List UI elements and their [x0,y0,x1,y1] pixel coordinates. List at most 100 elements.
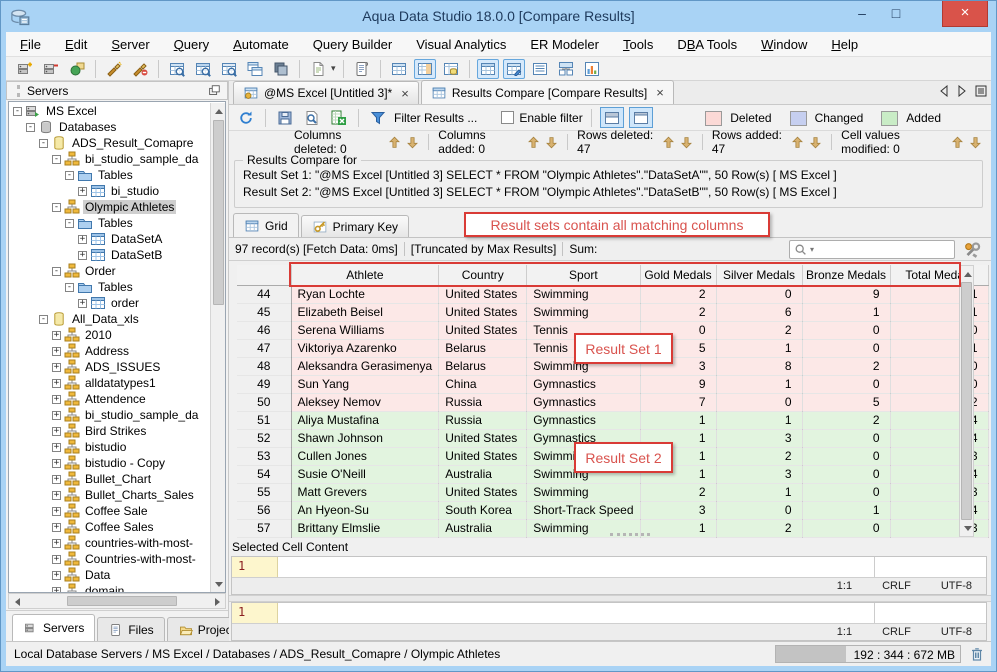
cell[interactable]: China [438,375,528,394]
cell[interactable]: United States [438,483,528,502]
editor-divider[interactable] [229,595,991,602]
column-header-country[interactable]: Country [438,265,528,286]
tree-expander[interactable]: - [52,154,61,164]
sidebar-tab-files[interactable]: Files [97,617,165,641]
cell[interactable]: Australia [438,465,528,484]
cell[interactable]: 2 [640,483,717,502]
tab-scroll-right-icon[interactable] [957,85,967,97]
tree-item-countries-with-most-[interactable]: + Countries-with-most- [9,551,209,567]
tab-list-icon[interactable] [975,85,987,97]
tree-item-databases[interactable]: - Databases [9,119,209,135]
tree-item-bistudio[interactable]: + bistudio [9,439,209,455]
cell[interactable]: 1 [716,375,803,394]
cell[interactable]: United States [438,285,528,304]
refresh-button[interactable] [235,108,257,128]
tree-item-all-data-xls[interactable]: - All_Data_xls [9,311,209,327]
minimize-button[interactable]: – [846,1,878,27]
table-row[interactable]: 47 Viktoriya Azarenko Belarus Tennis 5 1 0 1 [237,339,989,358]
grid-search-input[interactable]: ▾ [789,240,955,259]
cell[interactable]: 0 [802,519,891,538]
tree-expander[interactable]: - [65,282,74,292]
tree-expander[interactable]: + [52,490,61,500]
cell[interactable]: 1 [716,483,803,502]
cell[interactable]: 0 [716,393,803,412]
menu-window[interactable]: Window [761,37,807,52]
cell[interactable]: Viktoriya Azarenko [291,339,440,358]
tree-expander[interactable]: - [26,122,35,132]
editor-text-area[interactable] [278,603,874,623]
tree-expander[interactable]: + [52,586,61,592]
cell[interactable]: 2 [640,285,717,304]
toolbar-flush-remove-button[interactable] [129,59,151,79]
toolbar-connect-server-button[interactable] [66,59,88,79]
cell[interactable]: Swimming [526,285,641,304]
cell[interactable]: Serena Williams [291,321,440,340]
tree-vertical-scrollbar[interactable] [210,103,225,592]
column-header-bronze-medals[interactable]: Bronze Medals [802,265,891,286]
tree-expander[interactable]: - [39,314,48,324]
cell[interactable]: 2 [716,447,803,466]
cell[interactable]: Aleksandra Gerasimenya [291,357,440,376]
cell[interactable]: 3 [640,357,717,376]
tree-expander[interactable]: + [52,522,61,532]
tree-item-countries-with-most-[interactable]: + countries-with-most- [9,535,209,551]
cell[interactable]: 0 [802,447,891,466]
toolbar-new-document-button[interactable] [307,59,329,79]
prev-diff-icon[interactable] [791,136,804,149]
column-header-sport[interactable]: Sport [526,265,641,286]
next-diff-icon[interactable] [969,136,982,149]
menu-visual-analytics[interactable]: Visual Analytics [416,37,506,52]
maximize-button[interactable]: □ [880,1,912,27]
cell[interactable]: 1 [640,519,717,538]
results-grid[interactable]: Athlete Country Sport Gold Medals Silver Med… [237,265,989,538]
split-horizontal-toggle[interactable] [599,107,624,128]
tree-item-coffee-sale[interactable]: + Coffee Sale [9,503,209,519]
tree-expander[interactable]: + [52,506,61,516]
next-diff-icon[interactable] [545,136,558,149]
tree-item-ads-issues[interactable]: + ADS_ISSUES [9,359,209,375]
table-row[interactable]: 51 Aliya Mustafina Russia Gymnastics 1 1 2 4 [237,411,989,430]
export-excel-button[interactable] [328,108,350,128]
garbage-collect-button[interactable] [967,644,987,664]
tree-expander[interactable]: + [52,410,61,420]
tree-item-coffee-sales[interactable]: + Coffee Sales [9,519,209,535]
toolbar-stacked-results-button[interactable] [270,59,292,79]
tree-item-attendence[interactable]: + Attendence [9,391,209,407]
cell[interactable]: 3 [716,465,803,484]
tree-item-bi-studio-sample-da[interactable]: - bi_studio_sample_da [9,151,209,167]
tab-primary-key[interactable]: Primary Key [300,215,410,237]
editor-text-area[interactable] [278,557,874,577]
sidebar-tab-servers[interactable]: Servers [12,614,96,641]
tree-item-order[interactable]: - Order [9,263,209,279]
tree-item-address[interactable]: + Address [9,343,209,359]
cell[interactable]: Elizabeth Beisel [291,303,440,322]
cell[interactable]: 2 [716,321,803,340]
toolbar-grid-edit-button[interactable] [502,58,525,79]
cell[interactable]: 3 [716,429,803,448]
menu-er-modeler[interactable]: ER Modeler [530,37,599,52]
cell[interactable]: An Hyeon-Su [291,501,440,520]
table-row[interactable]: 52 Shawn Johnson United States Gymnastics 1 3… [237,429,989,448]
prev-diff-icon[interactable] [527,136,540,149]
cell[interactable]: Susie O'Neill [291,465,440,484]
tree-item-bird-strikes[interactable]: + Bird Strikes [9,423,209,439]
toolbar-grid-view-button[interactable] [476,58,499,79]
tree-expander[interactable]: + [52,458,61,468]
prev-diff-icon[interactable] [388,136,401,149]
cell[interactable]: 1 [640,465,717,484]
tree-expander[interactable]: + [52,394,61,404]
cell[interactable]: 8 [716,357,803,376]
cell[interactable]: United States [438,429,528,448]
menu-edit[interactable]: Edit [65,37,87,52]
tree-expander[interactable]: + [52,330,61,340]
tab-scroll-left-icon[interactable] [939,85,949,97]
document-tab[interactable]: Results Compare [Compare Results] × [420,80,674,104]
tree-expander[interactable]: + [52,426,61,436]
tab-close-icon[interactable]: × [401,86,409,101]
menu-help[interactable]: Help [831,37,858,52]
tree-expander[interactable]: - [52,202,61,212]
cell[interactable]: 2 [802,357,891,376]
next-diff-icon[interactable] [406,136,419,149]
prev-diff-icon[interactable] [951,136,964,149]
table-row[interactable]: 46 Serena Williams United States Tennis 0 2 0 0 [237,321,989,340]
